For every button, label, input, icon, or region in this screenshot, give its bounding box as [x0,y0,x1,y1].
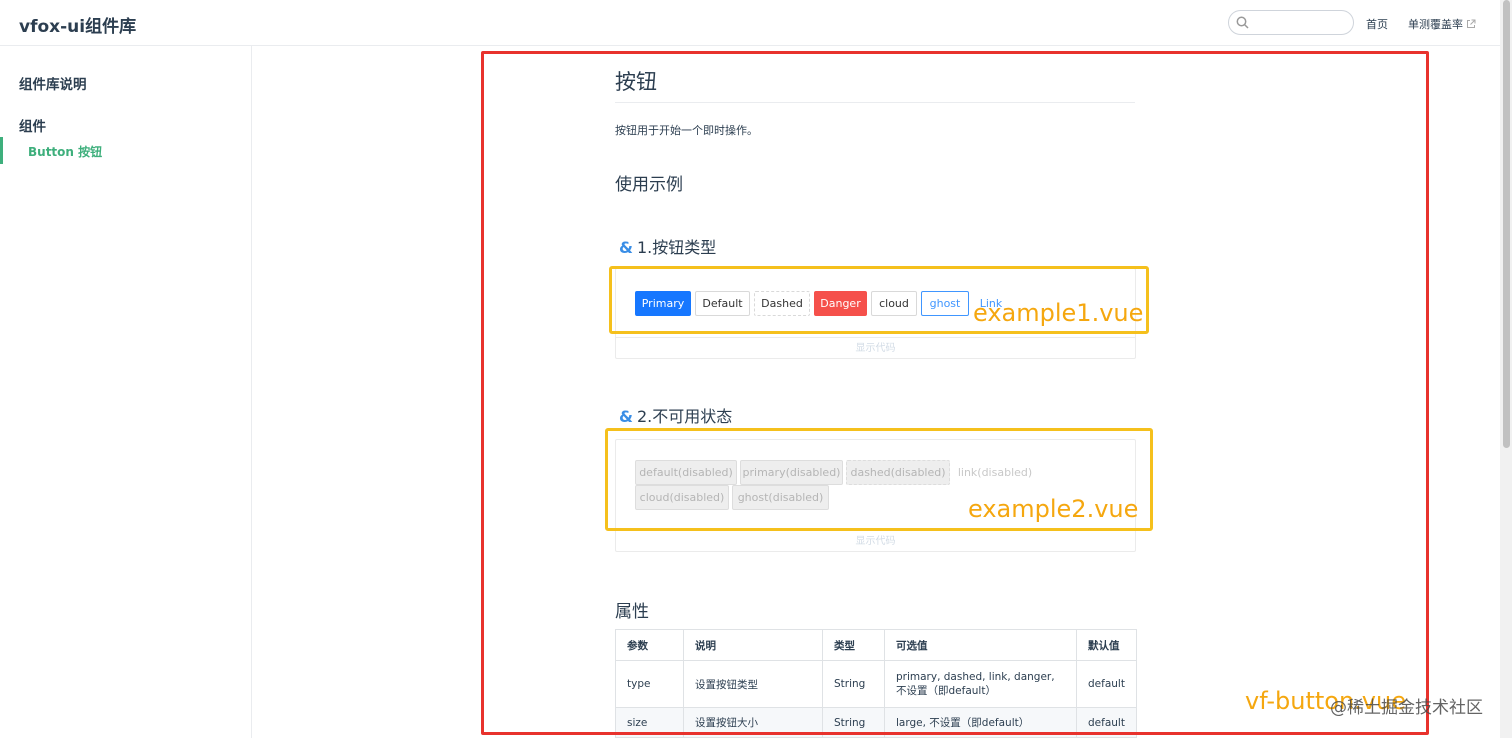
search-icon [1236,16,1249,29]
sidebar-item-label: Button 按钮 [28,145,103,159]
watermark: @稀土掘金技术社区 [1330,698,1483,718]
search-input[interactable] [1228,10,1354,35]
annotation-red-box [481,51,1429,735]
annotation-label-2: example2.vue [968,495,1139,523]
sidebar-item-button[interactable]: Button 按钮 [0,137,251,164]
nav-home-link[interactable]: 首页 [1366,16,1388,32]
scrollbar-thumb[interactable] [1503,0,1510,448]
sidebar-group-intro[interactable]: 组件库说明 [19,73,87,93]
navbar: vfox-ui组件库 首页 单测覆盖率 [0,0,1512,46]
site-name[interactable]: vfox-ui组件库 [19,12,136,37]
nav-coverage-label: 单测覆盖率 [1408,18,1463,31]
annotation-label-1: example1.vue [973,299,1144,327]
external-link-icon [1467,19,1476,28]
page-scrollbar[interactable] [1500,0,1512,738]
sidebar-group-components[interactable]: 组件 [19,115,46,135]
sidebar: 组件库说明 组件 Button 按钮 [0,46,252,738]
nav-coverage-link[interactable]: 单测覆盖率 [1408,16,1476,32]
